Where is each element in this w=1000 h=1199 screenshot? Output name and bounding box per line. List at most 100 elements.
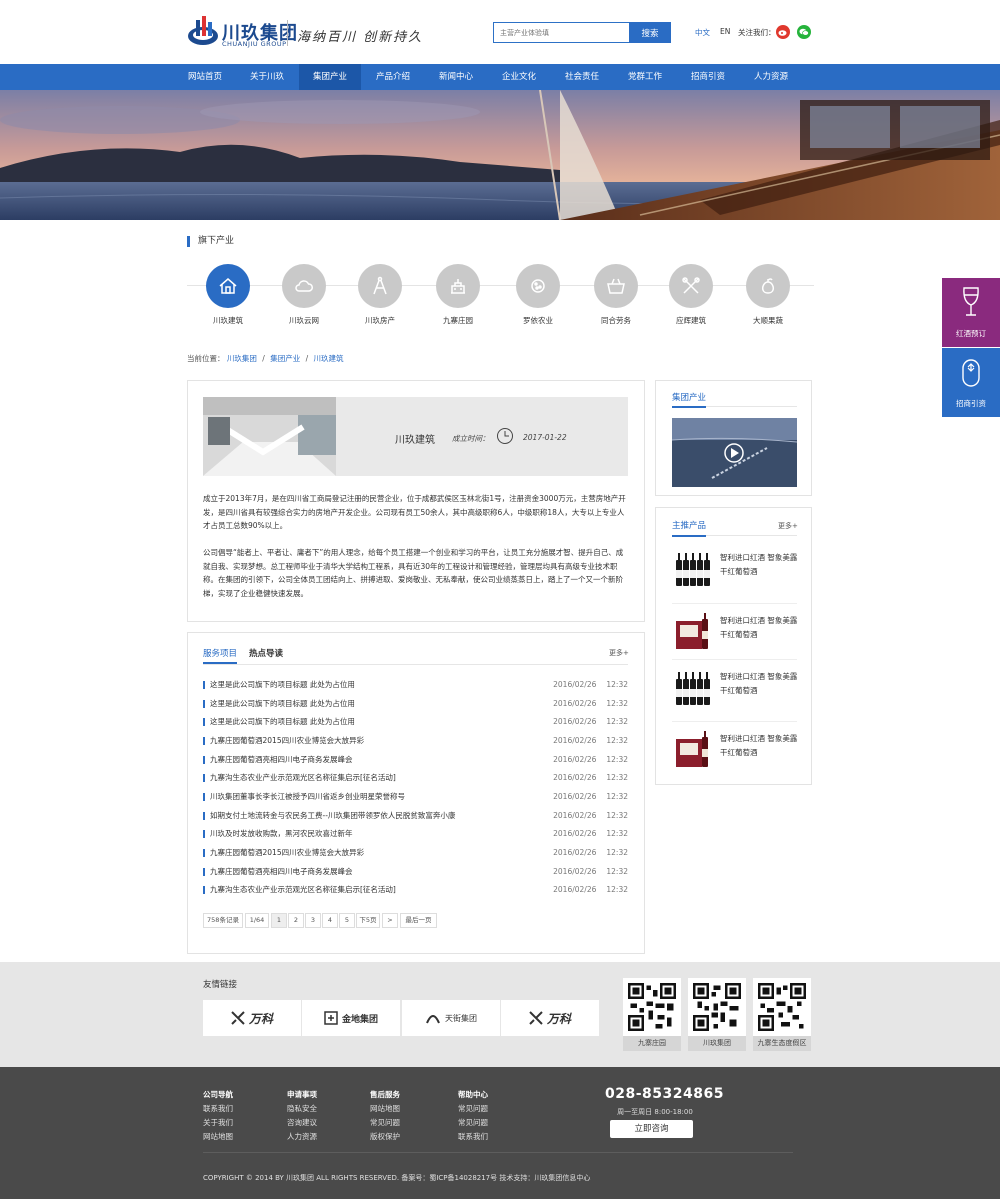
news-title[interactable]: 川玖及时发放收购款，黑河农民欢喜过新年 bbox=[210, 827, 353, 841]
nav-item-active[interactable]: 集团产业 bbox=[299, 64, 361, 90]
pagination-page[interactable]: 1 bbox=[271, 913, 287, 928]
news-title[interactable]: 川玖集团董事长李长江被授予四川省返乡创业明星荣誉称号 bbox=[210, 790, 405, 804]
industry-item[interactable]: 川玖建筑 bbox=[198, 264, 258, 326]
news-title[interactable]: 这里是此公司旗下的项目标题 此处为占位用 bbox=[210, 678, 355, 692]
industry-item[interactable]: 应辉建筑 bbox=[661, 264, 721, 326]
news-title[interactable]: 九寨庄园葡萄酒亮相四川电子商务发展峰会 bbox=[210, 753, 353, 767]
news-item[interactable]: 九寨庄园葡萄酒亮相四川电子商务发展峰会 2016/02/26 12:32 bbox=[203, 865, 628, 879]
divider bbox=[672, 721, 797, 722]
footer-link[interactable]: 版权保护 bbox=[370, 1131, 400, 1142]
news-title[interactable]: 九寨庄园葡萄酒2015四川农业博览会大放异彩 bbox=[210, 734, 364, 748]
news-title[interactable]: 九寨庄园葡萄酒2015四川农业博览会大放异彩 bbox=[210, 846, 364, 860]
news-title[interactable]: 这里是此公司旗下的项目标题 此处为占位用 bbox=[210, 697, 355, 711]
news-item[interactable]: 九寨庄园葡萄酒2015四川农业博览会大放异彩 2016/02/26 12:32 bbox=[203, 734, 628, 748]
footer-link[interactable]: 联系我们 bbox=[458, 1131, 488, 1142]
tab-services[interactable]: 服务项目 bbox=[203, 647, 237, 659]
partner-logo[interactable]: 万科 bbox=[501, 1000, 599, 1036]
footer-link[interactable]: 人力资源 bbox=[287, 1131, 317, 1142]
nav-item[interactable]: 新闻中心 bbox=[429, 64, 483, 90]
industry-item[interactable]: 同合劳务 bbox=[586, 264, 646, 326]
news-title[interactable]: 九寨庄园葡萄酒亮相四川电子商务发展峰会 bbox=[210, 865, 353, 879]
qr-code-card: 九寨庄园 bbox=[623, 978, 681, 1051]
product-item[interactable]: 智利进口红酒 智象美露干红葡萄酒 bbox=[672, 724, 797, 784]
product-item[interactable]: 智利进口红酒 智象美露干红葡萄酒 bbox=[672, 662, 797, 722]
pagination-next5[interactable]: 下5页 bbox=[356, 913, 380, 928]
nav-item[interactable]: 产品介绍 bbox=[366, 64, 420, 90]
industry-item[interactable]: 罗依农业 bbox=[508, 264, 568, 326]
nav-item[interactable]: 人力资源 bbox=[744, 64, 798, 90]
pagination-page[interactable]: 4 bbox=[322, 913, 338, 928]
pagination-page[interactable]: 5 bbox=[339, 913, 355, 928]
industry-item[interactable]: 大顺果蔬 bbox=[738, 264, 798, 326]
breadcrumb-link[interactable]: 川玖建筑 bbox=[314, 354, 344, 363]
footer-link[interactable]: 常见问题 bbox=[458, 1103, 488, 1114]
partner-logo[interactable]: 万科 bbox=[203, 1000, 301, 1036]
float-label: 招商引资 bbox=[956, 399, 986, 408]
news-title[interactable]: 如期支付土地流转金与农民务工费--川玖集团带领罗依人民脱贫致富奔小康 bbox=[210, 809, 455, 823]
news-item[interactable]: 川玖集团董事长李长江被授予四川省返乡创业明星荣誉称号 2016/02/26 12:3… bbox=[203, 790, 628, 804]
industry-item[interactable]: 川玖云网 bbox=[274, 264, 334, 326]
nav-item[interactable]: 社会责任 bbox=[555, 64, 609, 90]
footer-link[interactable]: 网站地图 bbox=[370, 1103, 400, 1114]
news-item[interactable]: 九寨庄园葡萄酒亮相四川电子商务发展峰会 2016/02/26 12:32 bbox=[203, 753, 628, 767]
news-item[interactable]: 如期支付土地流转金与农民务工费--川玖集团带领罗依人民脱贫致富奔小康 2016/0… bbox=[203, 809, 628, 823]
contact-phone: 028-85324865 bbox=[605, 1086, 724, 1102]
nav-item[interactable]: 招商引资 bbox=[681, 64, 735, 90]
footer-link[interactable]: 关于我们 bbox=[203, 1117, 233, 1128]
lang-cn-link[interactable]: 中文 bbox=[695, 27, 710, 38]
news-item[interactable]: 这里是此公司旗下的项目标题 此处为占位用 2016/02/26 12:32 bbox=[203, 715, 628, 729]
news-item[interactable]: 九寨庄园葡萄酒2015四川农业博览会大放异彩 2016/02/26 12:32 bbox=[203, 846, 628, 860]
footer-link[interactable]: 联系我们 bbox=[203, 1103, 233, 1114]
lang-en-link[interactable]: EN bbox=[720, 27, 730, 36]
video-thumbnail[interactable] bbox=[672, 418, 797, 487]
news-bullet bbox=[203, 774, 205, 782]
industry-item[interactable]: 九寨庄园 bbox=[428, 264, 488, 326]
news-item[interactable]: 九寨沟生态农业产业示范观光区名称征集启示[征名活动] 2016/02/26 12:3… bbox=[203, 883, 628, 897]
tab-hot[interactable]: 热点导读 bbox=[249, 647, 283, 659]
news-item[interactable]: 川玖及时发放收购款，黑河农民欢喜过新年 2016/02/26 12:32 bbox=[203, 827, 628, 841]
news-title[interactable]: 这里是此公司旗下的项目标题 此处为占位用 bbox=[210, 715, 355, 729]
weibo-icon[interactable] bbox=[776, 25, 790, 39]
product-item[interactable]: 智利进口红酒 智象美露干红葡萄酒 bbox=[672, 606, 797, 666]
partner-logo[interactable]: 天街集团 bbox=[402, 1000, 500, 1036]
footer-link[interactable]: 常见问题 bbox=[458, 1117, 488, 1128]
wechat-icon[interactable] bbox=[797, 25, 811, 39]
nav-item[interactable]: 关于川玖 bbox=[240, 64, 294, 90]
pagination-page[interactable]: 2 bbox=[288, 913, 304, 928]
title-underline bbox=[672, 535, 706, 537]
footer-link[interactable]: 咨询建议 bbox=[287, 1117, 317, 1128]
industry-item[interactable]: 川玖房产 bbox=[350, 264, 410, 326]
nav-item[interactable]: 企业文化 bbox=[492, 64, 546, 90]
product-item[interactable]: 智利进口红酒 智象美露干红葡萄酒 bbox=[672, 543, 797, 603]
breadcrumb-link[interactable]: 川玖集团 bbox=[227, 354, 257, 363]
nav-item[interactable]: 党群工作 bbox=[618, 64, 672, 90]
search-button[interactable]: 搜索 bbox=[629, 22, 671, 43]
wine-booking-button[interactable]: 红酒预订 bbox=[942, 278, 1000, 347]
news-bullet bbox=[203, 849, 205, 857]
news-item[interactable]: 九寨沟生态农业产业示范观光区名称征集启示[征名活动] 2016/02/26 12:3… bbox=[203, 771, 628, 785]
logo-icon[interactable] bbox=[186, 14, 220, 48]
logo-divider bbox=[287, 20, 288, 46]
clock-icon bbox=[497, 428, 513, 444]
footer-link[interactable]: 隐私安全 bbox=[287, 1103, 317, 1114]
footer-link[interactable]: 网站地图 bbox=[203, 1131, 233, 1142]
search-input[interactable] bbox=[493, 22, 629, 43]
footer-link[interactable]: 常见问题 bbox=[370, 1117, 400, 1128]
news-title[interactable]: 九寨沟生态农业产业示范观光区名称征集启示[征名活动] bbox=[210, 771, 396, 785]
footer-column-title: 公司导航 bbox=[203, 1090, 233, 1099]
breadcrumb-link[interactable]: 集团产业 bbox=[270, 354, 300, 363]
pagination-last[interactable]: 最后一页 bbox=[400, 913, 437, 928]
consult-button[interactable]: 立即咨询 bbox=[610, 1120, 693, 1138]
news-item[interactable]: 这里是此公司旗下的项目标题 此处为占位用 2016/02/26 12:32 bbox=[203, 697, 628, 711]
pagination-next[interactable]: > bbox=[382, 913, 398, 928]
news-title[interactable]: 九寨沟生态农业产业示范观光区名称征集启示[征名活动] bbox=[210, 883, 396, 897]
pagination-count: 758条记录 bbox=[203, 913, 243, 928]
nav-item[interactable]: 网站首页 bbox=[178, 64, 232, 90]
partner-logo[interactable]: 金地集团 bbox=[302, 1000, 400, 1036]
pagination-page[interactable]: 3 bbox=[305, 913, 321, 928]
divider bbox=[672, 659, 797, 660]
news-item[interactable]: 这里是此公司旗下的项目标题 此处为占位用 2016/02/26 12:32 bbox=[203, 678, 628, 692]
more-link[interactable]: 更多+ bbox=[778, 521, 798, 531]
more-link[interactable]: 更多+ bbox=[609, 648, 629, 658]
investment-button[interactable]: 招商引资 bbox=[942, 348, 1000, 417]
